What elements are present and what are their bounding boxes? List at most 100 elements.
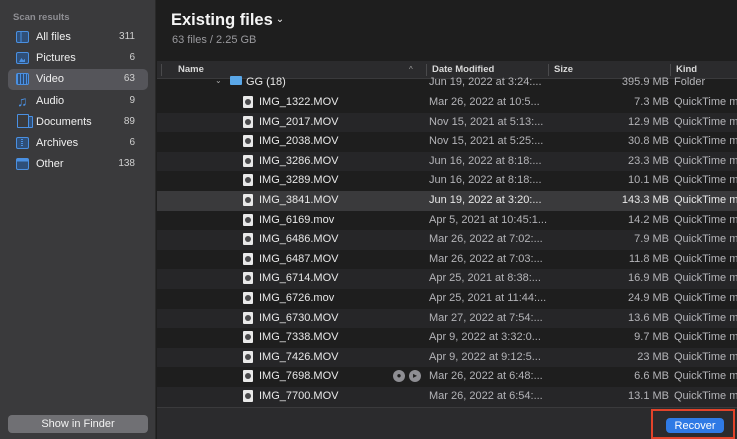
reveal-folder-icon[interactable]: ▸	[409, 370, 421, 383]
movie-file-icon	[243, 311, 253, 324]
movie-file-icon	[243, 272, 253, 285]
column-separator	[161, 64, 162, 76]
folder-row[interactable]: ⌄ GG (18) Jun 19, 2022 at 3:24:... 395.9…	[157, 76, 737, 88]
other-icon	[16, 158, 29, 170]
all-files-icon	[16, 31, 29, 43]
file-date: Mar 27, 2022 at 7:54:...	[429, 311, 543, 324]
file-date: Mar 26, 2022 at 7:03:...	[429, 252, 543, 265]
file-size: 7.9 MB	[634, 233, 669, 246]
table-row[interactable]: IMG_3286.MOV Jun 16, 2022 at 8:18:... 23…	[157, 151, 737, 172]
main-panel: Existing files ⌄ 63 files / 2.25 GB Name …	[157, 0, 737, 439]
folder-name: GG (18)	[246, 76, 286, 88]
sidebar-item-label: Pictures	[36, 52, 76, 64]
column-header-date-modified[interactable]: Date Modified	[432, 64, 494, 75]
file-date: Mar 26, 2022 at 6:54:...	[429, 390, 543, 402]
archive-icon	[16, 137, 29, 149]
file-name: IMG_6487.MOV	[259, 252, 339, 265]
file-date: Jun 16, 2022 at 8:18:...	[429, 154, 542, 167]
file-date: Jun 19, 2022 at 3:20:...	[429, 194, 542, 206]
table-row[interactable]: IMG_6714.MOV Apr 25, 2021 at 8:38:... 16…	[157, 269, 737, 289]
file-kind: QuickTime m	[674, 252, 737, 265]
file-date: Apr 25, 2021 at 8:38:...	[429, 272, 541, 285]
table-row[interactable]: IMG_7426.MOV Apr 9, 2022 at 9:12:5... 23…	[157, 347, 737, 368]
column-separator[interactable]	[426, 64, 427, 76]
file-name: IMG_7338.MOV	[259, 331, 339, 344]
file-size: 13.6 MB	[628, 311, 669, 324]
file-kind: QuickTime m	[674, 194, 737, 206]
disclosure-chevron-icon[interactable]: ⌄	[215, 76, 222, 85]
column-separator[interactable]	[670, 64, 671, 76]
documents-icon	[17, 114, 33, 128]
show-in-finder-button[interactable]: Show in Finder	[8, 415, 148, 433]
file-kind: QuickTime m	[674, 331, 737, 344]
table-row[interactable]: IMG_2038.MOV Nov 15, 2021 at 5:25:... 30…	[157, 132, 737, 152]
sidebar-item-label: Audio	[36, 95, 65, 107]
file-name: IMG_7426.MOV	[259, 350, 339, 363]
table-row[interactable]: IMG_3289.MOV Jun 16, 2022 at 8:18:... 10…	[157, 171, 737, 191]
column-header-size[interactable]: Size	[554, 64, 573, 75]
preview-eye-icon[interactable]: ●	[393, 370, 405, 383]
sidebar-item-label: Video	[36, 73, 64, 85]
table-row[interactable]: IMG_6169.mov Apr 5, 2021 at 10:45:1... 1…	[157, 211, 737, 231]
table-row[interactable]: IMG_6487.MOV Mar 26, 2022 at 7:03:... 11…	[157, 250, 737, 270]
table-row[interactable]: IMG_7338.MOV Apr 9, 2022 at 3:32:0... 9.…	[157, 328, 737, 348]
file-size: 24.9 MB	[628, 292, 669, 304]
file-size: 30.8 MB	[628, 135, 669, 148]
sidebar-item-count: 89	[123, 116, 135, 127]
column-separator[interactable]	[548, 64, 549, 76]
file-size: 23 MB	[637, 350, 669, 363]
page-title[interactable]: Existing files ⌄	[171, 11, 284, 30]
table-row[interactable]: IMG_1322.MOV Mar 26, 2022 at 10:5... 7.3…	[157, 93, 737, 113]
sidebar-item-count: 311	[119, 31, 135, 42]
column-header-kind[interactable]: Kind	[676, 64, 697, 75]
table-row[interactable]: IMG_7698.MOV ● ▸ Mar 26, 2022 at 6:48:..…	[157, 367, 737, 387]
sidebar-item-archives[interactable]: Archives 6	[8, 133, 148, 154]
file-date: Jun 16, 2022 at 8:18:...	[429, 174, 542, 187]
file-name: IMG_7698.MOV	[259, 370, 339, 383]
table-row[interactable]: IMG_6730.MOV Mar 27, 2022 at 7:54:... 13…	[157, 308, 737, 329]
file-kind: QuickTime m	[674, 174, 737, 187]
table-row[interactable]: IMG_2017.MOV Nov 15, 2021 at 5:13:... 12…	[157, 112, 737, 133]
sidebar-item-pictures[interactable]: Pictures 6	[8, 48, 148, 69]
file-kind: QuickTime m	[674, 370, 737, 383]
sidebar-item-count: 6	[129, 52, 135, 63]
table-row[interactable]: IMG_6726.mov Apr 25, 2021 at 11:44:... 2…	[157, 289, 737, 309]
table-row[interactable]: IMG_6486.MOV Mar 26, 2022 at 7:02:... 7.…	[157, 230, 737, 250]
recover-button[interactable]: Recover	[666, 418, 724, 433]
sidebar-item-count: 138	[118, 158, 135, 169]
folder-kind: Folder	[674, 76, 706, 88]
sort-ascending-icon[interactable]: ^	[409, 65, 413, 74]
file-size: 23.3 MB	[628, 154, 669, 167]
file-date: Nov 15, 2021 at 5:25:...	[429, 135, 544, 148]
file-size: 16.9 MB	[628, 272, 669, 285]
movie-file-icon	[243, 233, 253, 246]
file-size: 11.8 MB	[628, 252, 669, 265]
sidebar-item-other[interactable]: Other 138	[8, 154, 148, 175]
file-kind: QuickTime m	[674, 233, 737, 246]
file-size: 9.7 MB	[634, 331, 669, 344]
movie-file-icon	[243, 96, 253, 108]
sidebar-item-audio[interactable]: ♫ Audio 9	[8, 91, 148, 112]
column-header-name[interactable]: Name	[178, 64, 204, 75]
page-title-text: Existing files	[171, 11, 273, 29]
sidebar: Scan results All files 311 Pictures 6 Vi…	[0, 0, 156, 439]
table-row[interactable]: IMG_7700.MOV Mar 26, 2022 at 6:54:... 13…	[157, 387, 737, 407]
highlight-box: Recover	[651, 409, 735, 439]
file-name: IMG_2017.MOV	[259, 115, 339, 128]
sidebar-item-label: Archives	[36, 137, 79, 149]
movie-file-icon	[243, 331, 253, 344]
table-row-selected[interactable]: IMG_3841.MOV Jun 19, 2022 at 3:20:... 14…	[157, 191, 737, 211]
file-name: IMG_3286.MOV	[259, 154, 339, 167]
file-name: IMG_6730.MOV	[259, 311, 339, 324]
sidebar-item-all-files[interactable]: All files 311	[8, 27, 148, 48]
movie-file-icon	[243, 350, 253, 363]
file-name: IMG_6714.MOV	[259, 272, 339, 285]
sidebar-item-label: Documents	[36, 116, 92, 128]
chevron-down-icon[interactable]: ⌄	[276, 14, 284, 25]
sidebar-item-documents[interactable]: Documents 89	[8, 112, 148, 133]
file-date: Apr 9, 2022 at 9:12:5...	[429, 350, 541, 363]
sidebar-heading: Scan results	[13, 12, 70, 23]
sidebar-item-video[interactable]: Video 63	[8, 69, 148, 90]
file-kind: QuickTime m	[674, 350, 737, 363]
file-kind: QuickTime m	[674, 213, 737, 226]
